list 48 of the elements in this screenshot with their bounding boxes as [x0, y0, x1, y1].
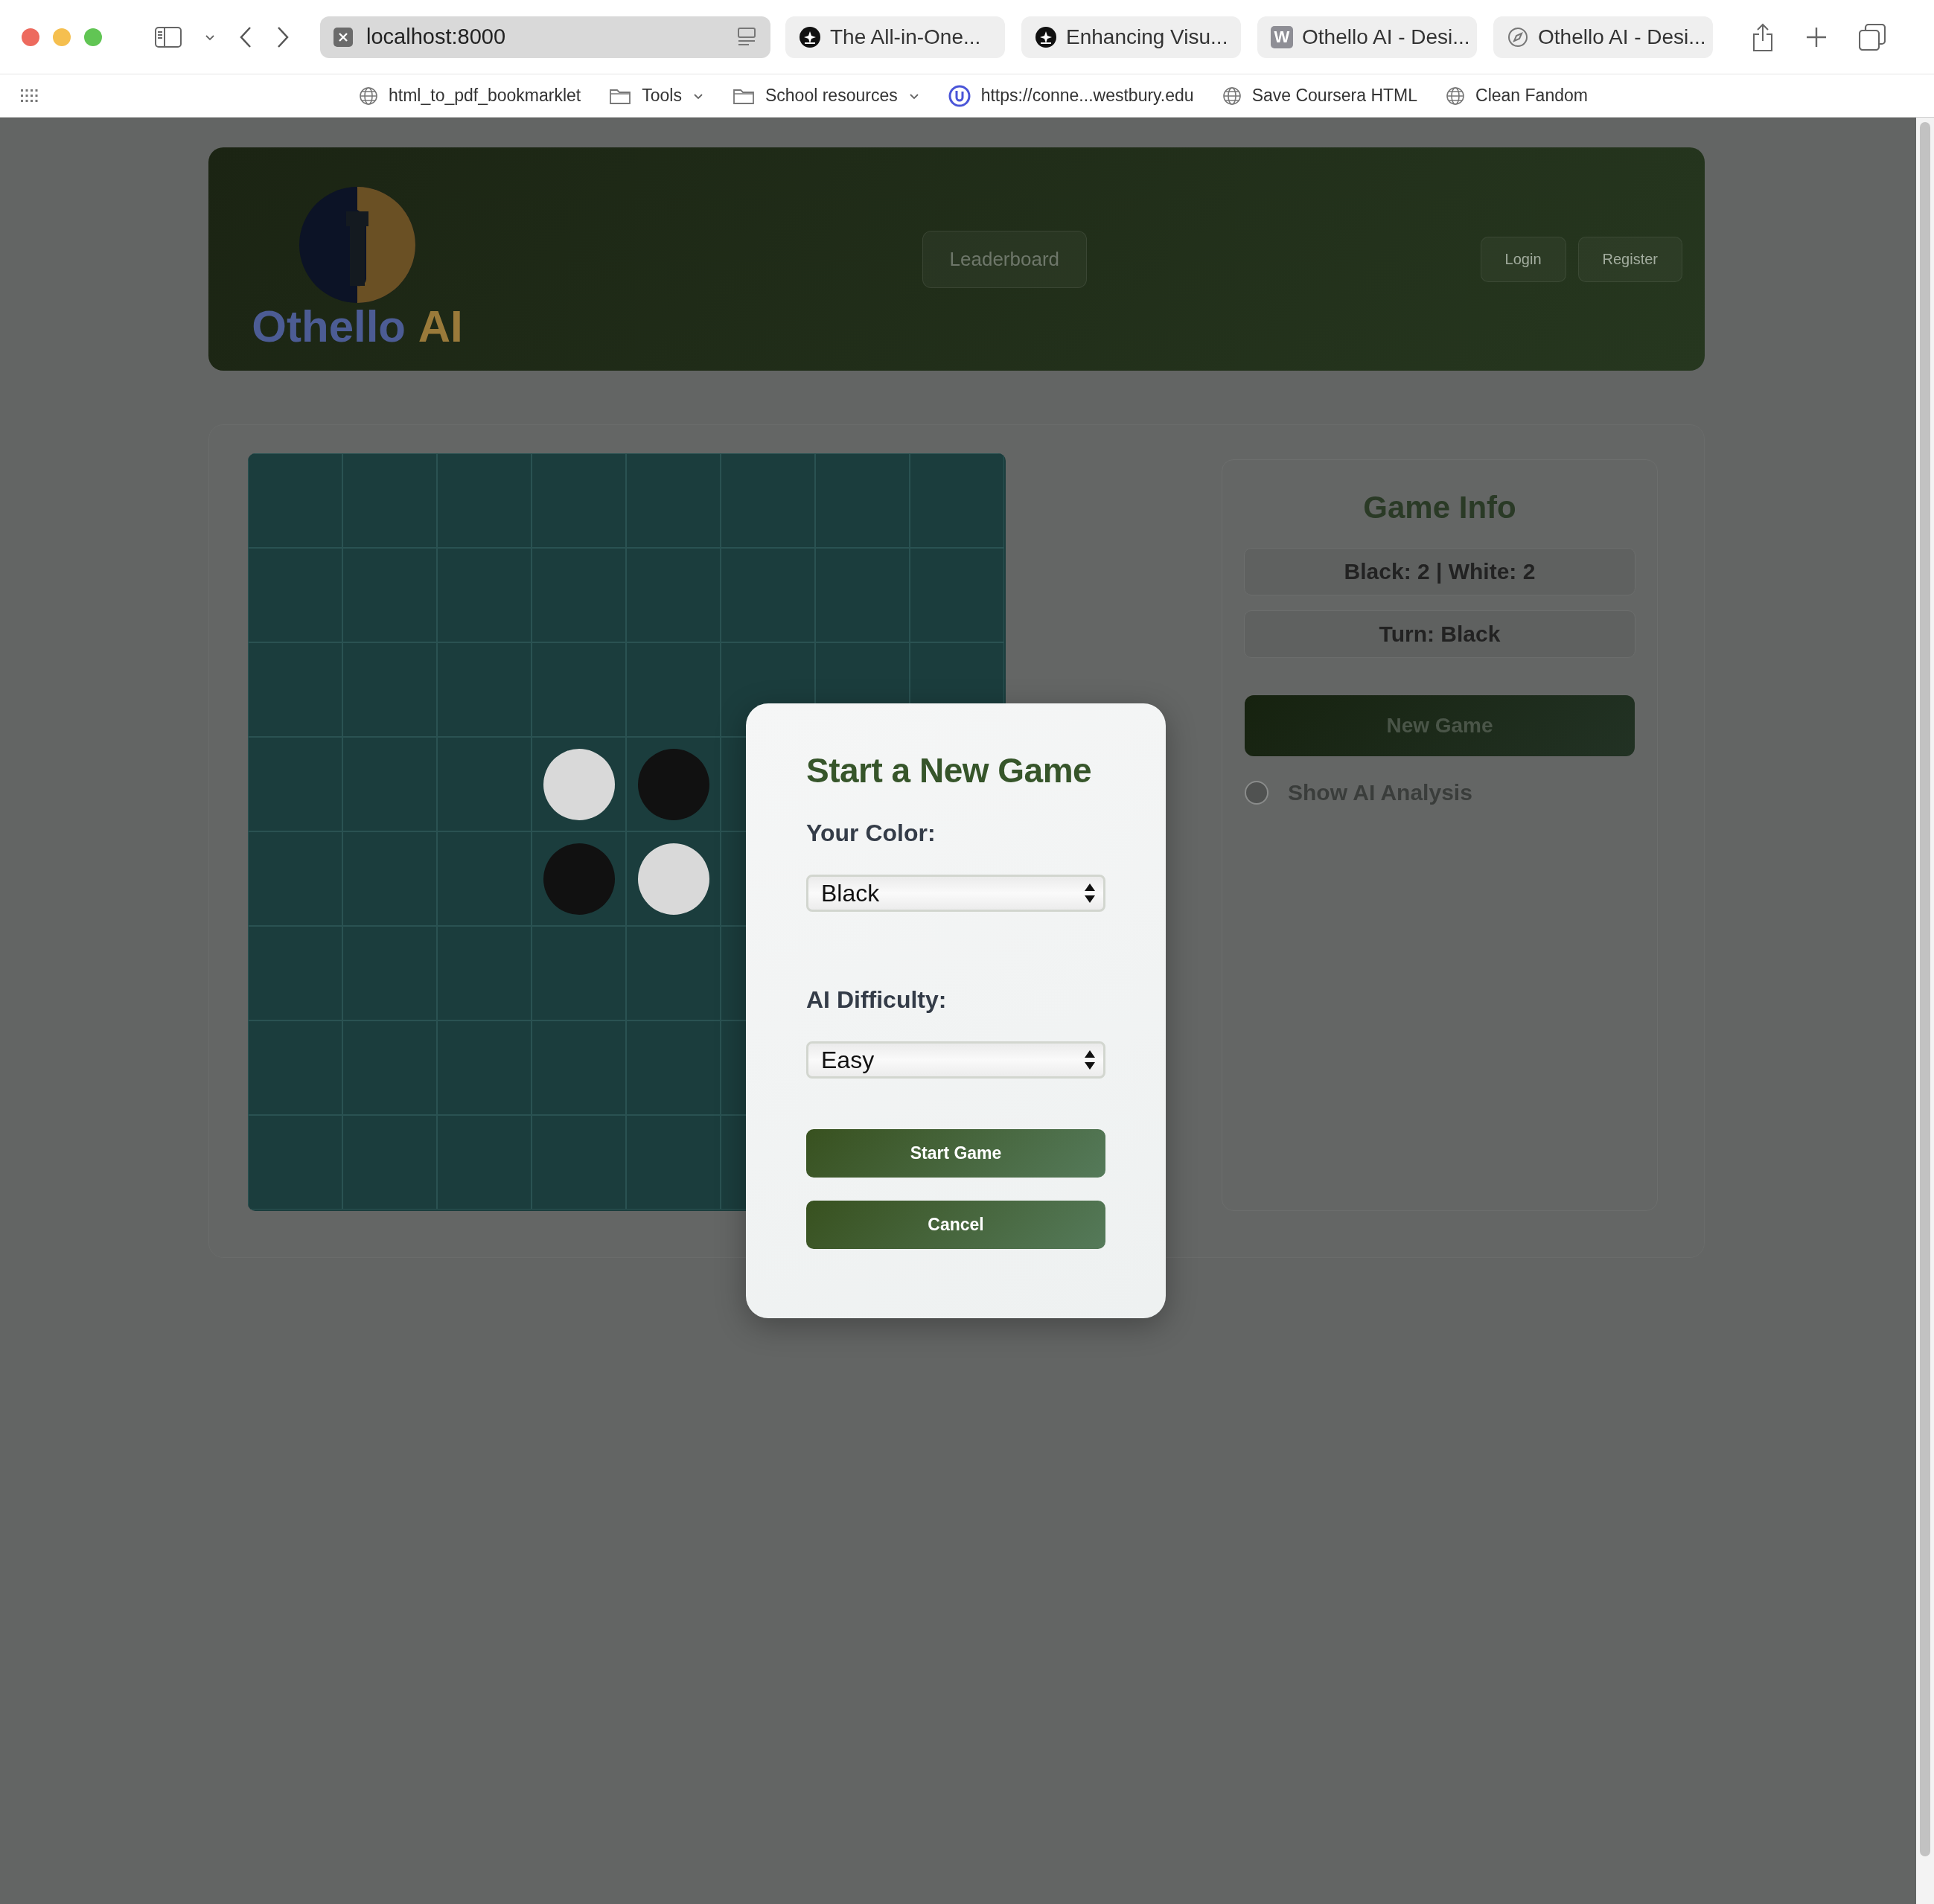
bookmark-item[interactable]: Tools — [609, 86, 704, 106]
bookmark-item[interactable]: html_to_pdf_bookmarklet — [359, 86, 581, 106]
turn-display: Turn: Black — [1244, 610, 1635, 658]
field-label: Your Color: — [806, 820, 936, 847]
analysis-checkbox[interactable] — [1245, 781, 1268, 805]
site-logo-icon — [948, 84, 971, 107]
dialog-title: Start a New Game — [806, 750, 1092, 791]
close-button[interactable] — [21, 27, 40, 47]
panel-title: Game Info — [1363, 490, 1516, 525]
zoom-button[interactable] — [83, 27, 103, 47]
share-icon[interactable] — [1752, 22, 1774, 52]
browser-tab[interactable]: Othello AI - Desi... — [1493, 16, 1713, 58]
score-display: Black: 2 | White: 2 — [1244, 548, 1635, 595]
bookmark-item[interactable]: Clean Fandom — [1446, 86, 1588, 106]
dialog-button[interactable]: Cancel — [806, 1201, 1105, 1249]
browser-tab[interactable]: W Othello AI - Desi... — [1257, 16, 1477, 58]
stepper-arrows-icon — [1084, 1049, 1096, 1071]
browser-tab[interactable]: The All-in-One... — [785, 16, 1005, 58]
header-button[interactable]: Login — [1480, 236, 1566, 282]
bookmark-item[interactable]: School resources — [732, 86, 920, 106]
logo-text: Othello AI — [252, 300, 463, 352]
sparkle-icon — [799, 25, 821, 48]
globe-icon — [1446, 86, 1466, 106]
minimize-button[interactable] — [52, 27, 71, 47]
bookmark-item[interactable]: https://conne...westbury.edu — [948, 84, 1194, 107]
select-dropdown[interactable]: Easy — [806, 1041, 1105, 1079]
apps-grid-icon[interactable] — [21, 89, 39, 103]
board-square[interactable] — [532, 737, 626, 831]
header-button[interactable]: Register — [1577, 236, 1682, 282]
select-dropdown[interactable]: Black — [806, 875, 1105, 912]
stepper-arrows-icon — [1084, 882, 1096, 904]
new-tab-icon[interactable] — [1805, 25, 1828, 48]
compass-icon — [1507, 25, 1529, 48]
favicon-icon: W — [1271, 25, 1293, 48]
globe-icon — [1222, 86, 1242, 106]
sidebar-icon[interactable] — [155, 26, 182, 48]
scrollbar[interactable] — [1916, 118, 1934, 1904]
sparkle-icon — [1035, 25, 1057, 48]
tab-overview-icon[interactable] — [1859, 23, 1886, 51]
globe-icon — [359, 86, 378, 106]
browser-tab[interactable]: Enhancing Visu... — [1021, 16, 1241, 58]
field-label: AI Difficulty: — [806, 986, 948, 1014]
bookmark-item[interactable]: Save Coursera HTML — [1222, 86, 1418, 106]
dialog-button[interactable]: Start Game — [806, 1129, 1105, 1178]
reader-icon[interactable] — [736, 27, 757, 47]
address-bar[interactable]: localhost:8000 — [320, 16, 770, 58]
board-square[interactable] — [626, 831, 721, 926]
tab-close-icon[interactable] — [333, 27, 353, 47]
